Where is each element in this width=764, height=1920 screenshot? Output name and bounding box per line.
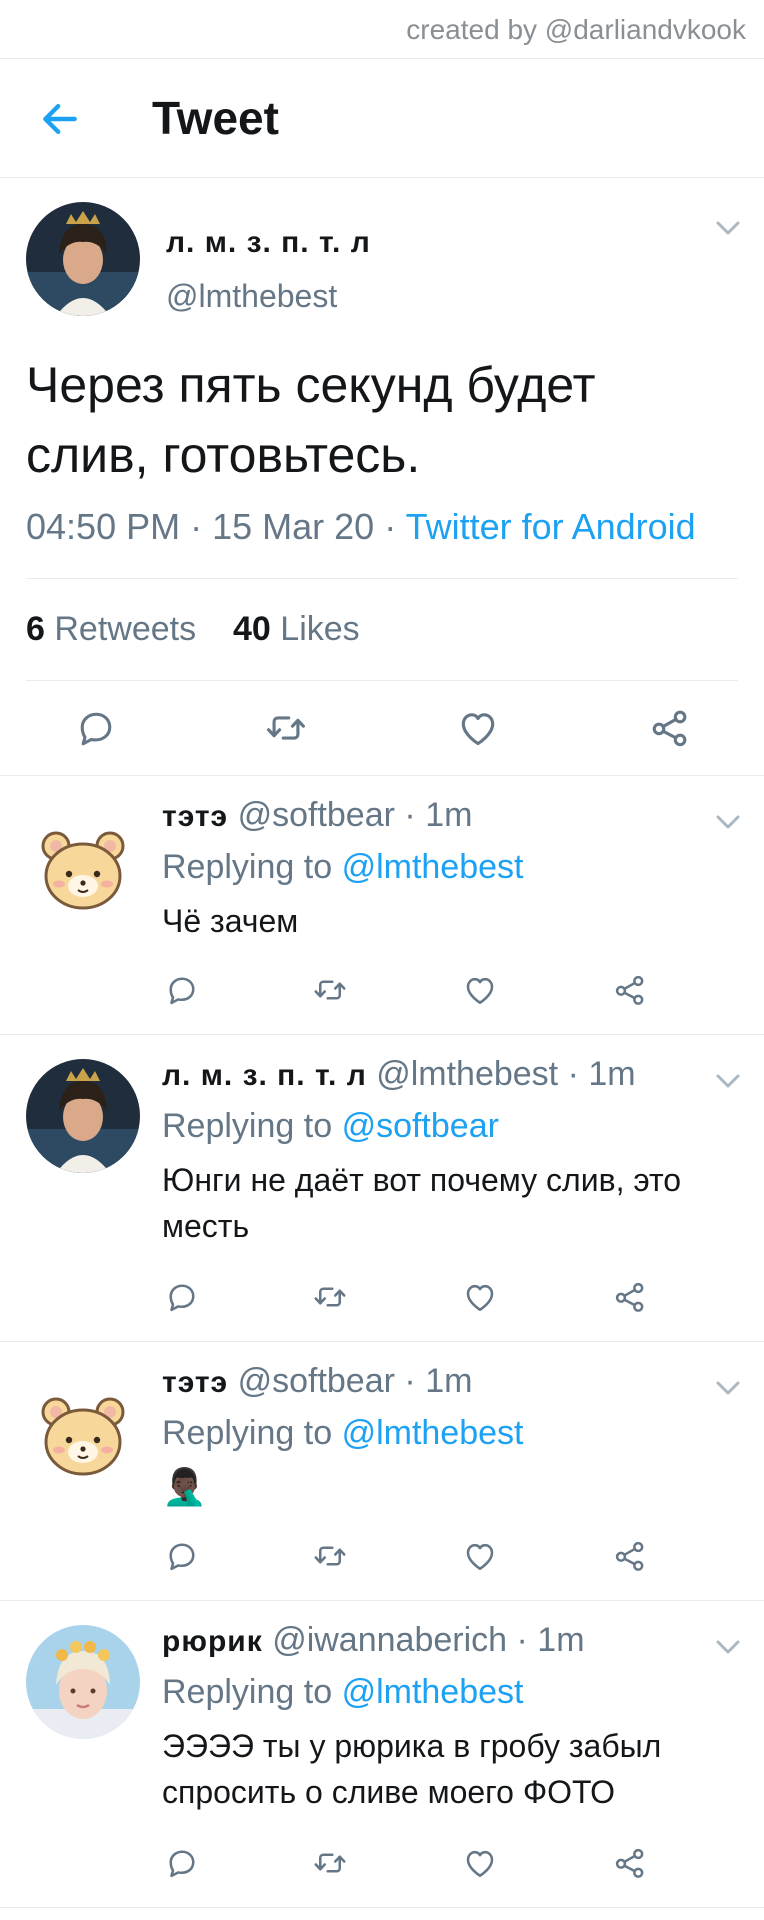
heart-icon[interactable]	[462, 1538, 498, 1574]
reply-icon[interactable]	[164, 972, 200, 1008]
avatar[interactable]	[26, 812, 140, 926]
chevron-down-icon[interactable]	[714, 218, 742, 238]
page-title: Tweet	[152, 92, 279, 144]
avatar[interactable]	[26, 1378, 140, 1492]
avatar[interactable]	[26, 202, 140, 316]
main-tweet: л. м. з. п. т. л @lmthebest Через пять с…	[0, 178, 764, 776]
reply-time: 1m	[537, 1621, 585, 1659]
divider	[26, 578, 738, 579]
tweet-meta: 04:50 PM · 15 Mar 20 · Twitter for Andro…	[26, 506, 696, 548]
reply-header: тэтэ @softbear · 1m	[162, 1362, 472, 1401]
reply-tweet[interactable]: тэтэ @softbear · 1m Replying to @lmthebe…	[0, 1342, 764, 1601]
meta-separator: ·	[404, 796, 426, 834]
reply-time: 1m	[425, 796, 473, 834]
reply-text: Юнги не даёт вот почему слив, это месть	[162, 1162, 682, 1244]
replying-to: Replying to @softbear	[162, 1107, 499, 1146]
tweet-page: created by @darliandvkook Tweet л. м. з.…	[0, 0, 764, 1920]
reply-header: л. м. з. п. т. л @lmthebest · 1m	[162, 1055, 636, 1094]
mention-link[interactable]: @lmthebest	[342, 1414, 524, 1452]
tweet-stats: 6 Retweets 40 Likes	[26, 610, 360, 649]
credit-text: created by @darliandvkook	[406, 14, 746, 45]
reply-time: 1m	[588, 1055, 636, 1093]
reply-text: Чё зачем	[162, 903, 299, 939]
mention-link[interactable]: @lmthebest	[342, 848, 524, 886]
chevron-down-icon[interactable]	[714, 1637, 742, 1657]
meta-separator: ·	[567, 1055, 589, 1093]
replying-label: Replying to	[162, 848, 333, 886]
replying-to: Replying to @lmthebest	[162, 1414, 523, 1453]
reply-author-name[interactable]: рюрик	[162, 1625, 263, 1658]
retweet-icon[interactable]	[312, 1538, 348, 1574]
replying-label: Replying to	[162, 1673, 333, 1711]
retweets-label: Retweets	[54, 610, 197, 648]
reply-header: рюрик @iwannaberich · 1m	[162, 1621, 585, 1660]
tweet-source-link[interactable]: Twitter for Android	[406, 506, 696, 547]
share-icon[interactable]	[612, 1845, 648, 1881]
likes-label: Likes	[280, 610, 360, 648]
heart-icon[interactable]	[456, 706, 500, 750]
reply-emoji: 🤦🏿‍♂️	[162, 1466, 207, 1507]
reply-author-name[interactable]: тэтэ	[162, 1366, 228, 1399]
retweet-icon[interactable]	[312, 972, 348, 1008]
replying-to: Replying to @lmthebest	[162, 1673, 523, 1712]
reply-icon[interactable]	[164, 1279, 200, 1315]
reply-author-name[interactable]: тэтэ	[162, 800, 228, 833]
share-icon[interactable]	[648, 706, 692, 750]
likes-count: 40	[233, 610, 271, 648]
tweet-actions	[0, 698, 764, 758]
retweets-stat[interactable]: 6 Retweets	[26, 610, 196, 648]
chevron-down-icon[interactable]	[714, 1378, 742, 1398]
reply-author-handle[interactable]: @softbear	[238, 1362, 395, 1400]
avatar[interactable]	[26, 1059, 140, 1173]
replying-label: Replying to	[162, 1414, 333, 1452]
likes-stat[interactable]: 40 Likes	[233, 610, 360, 648]
arrow-left-icon[interactable]	[38, 97, 82, 141]
reply-tweet[interactable]: л. м. з. п. т. л @lmthebest · 1m Replyin…	[0, 1035, 764, 1342]
author-handle[interactable]: @lmthebest	[166, 278, 337, 315]
reply-author-handle[interactable]: @iwannaberich	[272, 1621, 507, 1659]
credit-bar: created by @darliandvkook	[0, 0, 764, 59]
meta-separator: ·	[404, 1362, 426, 1400]
meta-separator: ·	[516, 1621, 538, 1659]
mention-link[interactable]: @softbear	[342, 1107, 499, 1145]
author-name[interactable]: л. м. з. п. т. л	[166, 226, 371, 260]
retweet-icon[interactable]	[264, 706, 308, 750]
share-icon[interactable]	[612, 972, 648, 1008]
tweet-date: 15 Mar 20	[212, 506, 375, 547]
reply-tweet[interactable]: тэтэ @softbear · 1m Replying to @lmthebe…	[0, 776, 764, 1035]
replying-label: Replying to	[162, 1107, 333, 1145]
replying-to: Replying to @lmthebest	[162, 848, 523, 887]
heart-icon[interactable]	[462, 972, 498, 1008]
reply-author-handle[interactable]: @softbear	[238, 796, 395, 834]
reply-icon[interactable]	[164, 1538, 200, 1574]
meta-separator: ·	[384, 506, 406, 547]
avatar[interactable]	[26, 1625, 140, 1739]
reply-author-handle[interactable]: @lmthebest	[376, 1055, 558, 1093]
reply-time: 1m	[425, 1362, 473, 1400]
retweets-count: 6	[26, 610, 45, 648]
divider	[26, 680, 738, 681]
reply-icon[interactable]	[164, 1845, 200, 1881]
share-icon[interactable]	[612, 1538, 648, 1574]
retweet-icon[interactable]	[312, 1279, 348, 1315]
reply-text: ЭЭЭЭ ты у рюрика в гробу забыл спросить …	[162, 1728, 662, 1810]
reply-header: тэтэ @softbear · 1m	[162, 796, 472, 835]
retweet-icon[interactable]	[312, 1845, 348, 1881]
mention-link[interactable]: @lmthebest	[342, 1673, 524, 1711]
chevron-down-icon[interactable]	[714, 1071, 742, 1091]
chevron-down-icon[interactable]	[714, 812, 742, 832]
share-icon[interactable]	[612, 1279, 648, 1315]
reply-author-name[interactable]: л. м. з. п. т. л	[162, 1059, 367, 1092]
tweet-time: 04:50 PM	[26, 506, 181, 547]
meta-separator: ·	[190, 506, 213, 547]
reply-icon[interactable]	[74, 706, 118, 750]
heart-icon[interactable]	[462, 1279, 498, 1315]
tweet-text: Через пять секунд будет слив, готовьтесь…	[26, 357, 596, 483]
reply-tweet[interactable]: рюрик @iwannaberich · 1m Replying to @lm…	[0, 1601, 764, 1908]
heart-icon[interactable]	[462, 1845, 498, 1881]
app-header: Tweet	[0, 59, 764, 178]
